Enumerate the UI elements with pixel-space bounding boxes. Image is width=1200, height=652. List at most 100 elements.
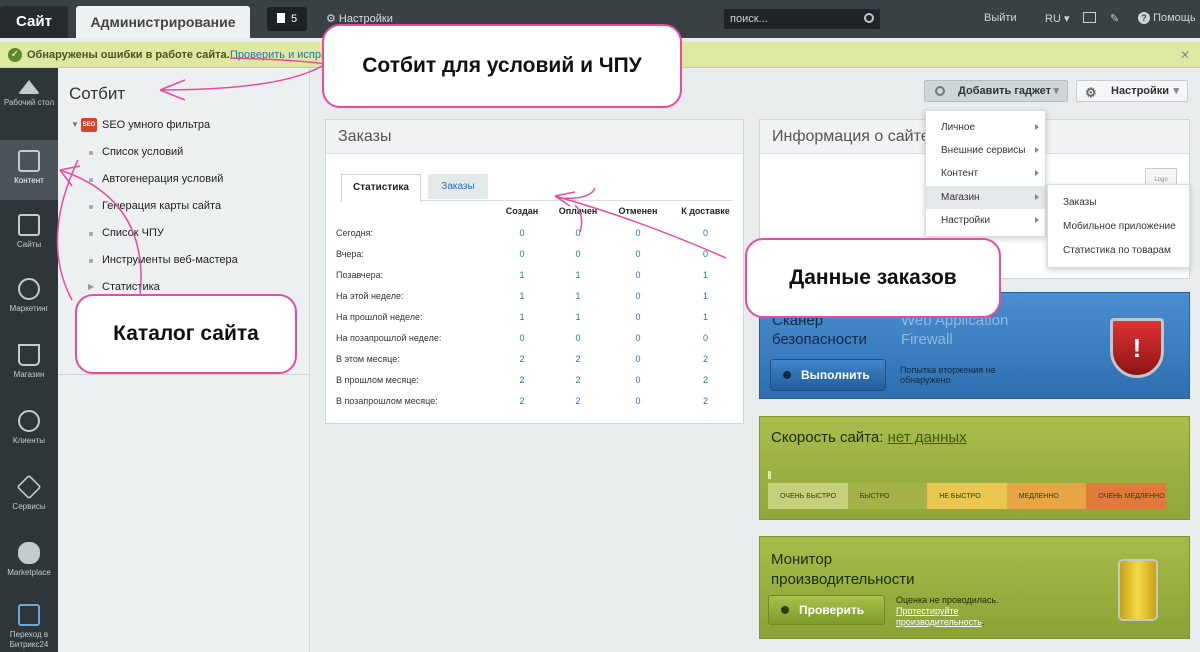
order-count-link[interactable]: 0: [678, 243, 733, 264]
menu-item-shop[interactable]: Магазин: [926, 186, 1045, 209]
order-count-link[interactable]: 1: [678, 264, 733, 285]
order-count-link[interactable]: 2: [558, 369, 598, 390]
menu-item-personal[interactable]: Личное: [926, 116, 1045, 139]
collapse-arrow-icon[interactable]: ▼: [71, 120, 79, 129]
help-link[interactable]: ? Помощь: [1138, 12, 1196, 24]
order-count-link[interactable]: 0: [598, 243, 678, 264]
notif-count: 5: [291, 13, 298, 25]
table-row: Позавчера: 1 1 0 1: [336, 264, 733, 285]
order-count-link[interactable]: 1: [558, 264, 598, 285]
row-label: В этом месяце:: [336, 353, 400, 364]
submenu-item-orders[interactable]: Заказы: [1048, 191, 1189, 214]
order-count-link[interactable]: 2: [678, 348, 733, 369]
table-header: Оплачен: [558, 206, 598, 216]
monitor-test-link[interactable]: Протестируйте производительность: [896, 606, 982, 627]
order-count-link[interactable]: 0: [558, 327, 598, 348]
order-count-link[interactable]: 1: [486, 285, 558, 306]
order-count-link[interactable]: 0: [486, 243, 558, 264]
search-input[interactable]: поиск...: [724, 9, 880, 29]
order-count-link[interactable]: 0: [598, 222, 678, 243]
order-count-link[interactable]: 2: [558, 348, 598, 369]
order-count-link[interactable]: 2: [558, 390, 598, 411]
alert-link[interactable]: Проверить и испра: [230, 49, 327, 61]
sidebar-item-marketing[interactable]: Маркетинг: [0, 278, 58, 328]
order-count-link[interactable]: 1: [678, 285, 733, 306]
order-count-link[interactable]: 0: [598, 306, 678, 327]
pin-icon[interactable]: ✎: [1110, 12, 1119, 25]
order-count-link[interactable]: 1: [486, 264, 558, 285]
table-header: К доставке: [681, 206, 730, 216]
order-count-link[interactable]: 0: [598, 369, 678, 390]
submenu-item-mobile[interactable]: Мобильное приложение: [1048, 215, 1189, 238]
bullet-icon: [89, 232, 93, 236]
order-count-link[interactable]: 0: [486, 327, 558, 348]
order-count-link[interactable]: 0: [558, 243, 598, 264]
chevron-down-icon: ▾: [1173, 85, 1179, 97]
sidebar-item-desktop[interactable]: Рабочий стол: [0, 80, 58, 136]
expand-arrow-icon[interactable]: ▶: [88, 282, 94, 291]
tab-admin[interactable]: Администрирование: [76, 6, 250, 38]
tab-statistics[interactable]: Статистика: [341, 174, 421, 202]
table-header: Создан: [505, 206, 539, 216]
lang-select[interactable]: RU ▾: [1045, 12, 1069, 25]
document-icon: [18, 150, 40, 172]
help-icon: ?: [1138, 12, 1150, 24]
row-label: На прошлой неделе:: [336, 311, 423, 322]
scanner-status: Попытка вторжения не обнаружено: [900, 365, 996, 385]
sidebar-item-marketplace[interactable]: Marketplace: [0, 542, 58, 592]
sidebar-item-bitrix24[interactable]: Переход в Битрикс24: [0, 604, 58, 652]
monitor-link-suffix: .: [981, 617, 985, 627]
row-label: На позапрошлой неделе:: [336, 332, 442, 343]
search-icon[interactable]: [864, 13, 874, 23]
order-count-link[interactable]: 0: [598, 264, 678, 285]
order-count-link[interactable]: 0: [678, 327, 733, 348]
order-count-link[interactable]: 0: [598, 390, 678, 411]
logout-link[interactable]: Выйти: [984, 12, 1017, 24]
add-gadget-button[interactable]: Добавить гаджет ▾: [924, 80, 1068, 102]
window-icon[interactable]: [1083, 12, 1096, 23]
order-count-link[interactable]: 2: [486, 348, 558, 369]
tab-site[interactable]: Сайт: [0, 6, 68, 38]
monitor-status: Оценка не проводилась. Протестируйте прои…: [896, 595, 1036, 628]
order-count-link[interactable]: 0: [558, 222, 598, 243]
sidebar-item-shop[interactable]: Магазин: [0, 344, 58, 394]
shield-icon: !: [1110, 318, 1164, 378]
site-speed-gadget: Скорость сайта: нет данных ОЧЕНЬ БЫСТРО Б…: [759, 416, 1190, 520]
order-count-link[interactable]: 1: [486, 306, 558, 327]
sidebar-item-sites[interactable]: Сайты: [0, 214, 58, 264]
sidebar-item-services[interactable]: Сервисы: [0, 474, 58, 526]
desktop-settings-button[interactable]: ⚙ Настройки ▾: [1076, 80, 1188, 102]
desktop-settings-label: Настройки: [1111, 85, 1170, 97]
order-count-link[interactable]: 1: [558, 285, 598, 306]
tab-orders[interactable]: Заказы: [428, 174, 488, 199]
order-count-link[interactable]: 0: [486, 222, 558, 243]
run-scan-button[interactable]: Выполнить: [770, 359, 886, 391]
order-count-link[interactable]: 1: [678, 306, 733, 327]
menu-item-label: Внешние сервисы: [941, 145, 1026, 156]
order-count-link[interactable]: 2: [486, 369, 558, 390]
order-count-link[interactable]: 2: [678, 369, 733, 390]
menu-item-settings[interactable]: Настройки: [926, 209, 1045, 232]
left-sidebar: Рабочий стол Контент Сайты Маркетинг Маг…: [0, 68, 58, 652]
run-check-button[interactable]: Проверить: [768, 595, 885, 625]
search-placeholder: поиск...: [730, 13, 768, 25]
close-icon[interactable]: ✕: [1180, 48, 1190, 62]
notifications-button[interactable]: 5: [267, 7, 307, 31]
order-count-link[interactable]: 0: [598, 285, 678, 306]
order-count-link[interactable]: 0: [598, 348, 678, 369]
speed-value-link[interactable]: нет данных: [888, 429, 967, 446]
submenu-item-product-stats[interactable]: Статистика по товарам: [1048, 239, 1189, 262]
sidebar-item-label: Сайты: [16, 240, 42, 249]
order-count-link[interactable]: 0: [598, 327, 678, 348]
menu-item-content[interactable]: Контент: [926, 162, 1045, 185]
order-count-link[interactable]: 2: [486, 390, 558, 411]
menu-item-external[interactable]: Внешние сервисы: [926, 139, 1045, 162]
order-count-link[interactable]: 2: [678, 390, 733, 411]
sidebar-item-clients[interactable]: Клиенты: [0, 410, 58, 460]
sidebar-item-content[interactable]: Контент: [0, 140, 58, 200]
seo-badge-icon: SEO: [81, 118, 97, 132]
order-count-link[interactable]: 1: [558, 306, 598, 327]
order-count-link[interactable]: 0: [678, 222, 733, 243]
waf-title-line: Firewall: [901, 331, 953, 348]
monitor-title-line: Монитор: [771, 551, 833, 568]
